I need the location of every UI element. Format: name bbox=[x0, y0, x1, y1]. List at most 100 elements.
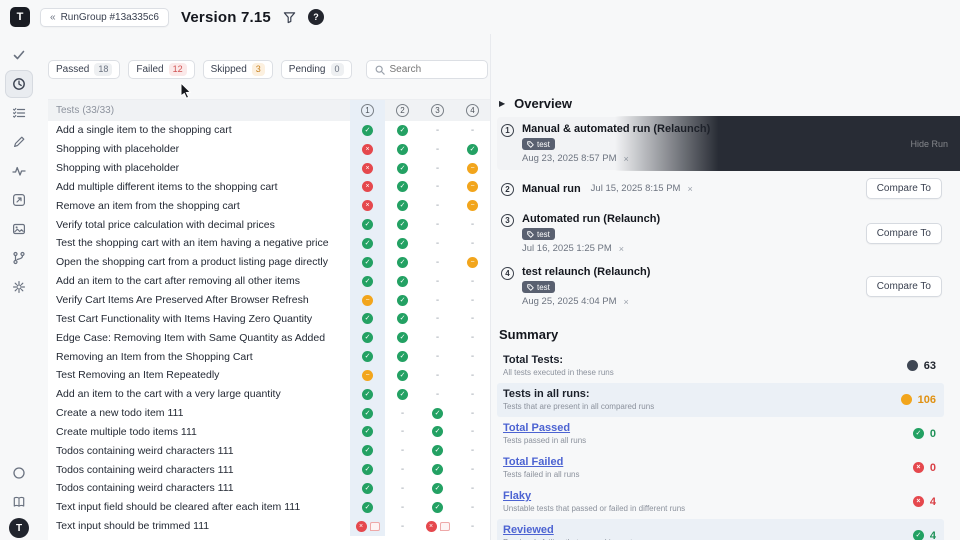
run-column-header-3[interactable]: 3 bbox=[431, 104, 444, 117]
status-cell: ✓ bbox=[385, 309, 420, 328]
status-none: - bbox=[436, 389, 439, 400]
run-item-2[interactable]: 2 Manual run Jul 15, 2025 8:15 PM × Comp… bbox=[497, 170, 944, 207]
sidebar-item-test-list[interactable] bbox=[6, 100, 32, 126]
comment-indicator-icon[interactable] bbox=[440, 522, 450, 531]
sidebar-item-artifacts[interactable] bbox=[6, 216, 32, 242]
sidebar-item-export[interactable] bbox=[6, 187, 32, 213]
sidebar-item-analytics[interactable] bbox=[6, 158, 32, 184]
filter-chip-failed[interactable]: Failed12 bbox=[128, 60, 194, 79]
tests-rows[interactable]: Add a single item to the shopping cart✓✓… bbox=[48, 121, 490, 540]
remove-run-icon[interactable]: × bbox=[619, 244, 624, 254]
test-row[interactable]: Text input field should be cleared after… bbox=[48, 498, 490, 517]
remove-run-icon[interactable]: × bbox=[624, 297, 629, 307]
summary-label[interactable]: Flaky bbox=[503, 490, 685, 502]
status-none: - bbox=[436, 313, 439, 324]
status-cell: ✓ bbox=[420, 498, 455, 517]
user-avatar[interactable]: T bbox=[9, 518, 29, 538]
summary-label[interactable]: Reviewed bbox=[503, 524, 650, 536]
summary-status-icon: ✓ bbox=[913, 530, 924, 540]
test-row[interactable]: Create multiple todo items 111✓-✓- bbox=[48, 423, 490, 442]
test-row[interactable]: Add multiple different items to the shop… bbox=[48, 178, 490, 197]
status-pass-icon: ✓ bbox=[397, 238, 408, 249]
run-column-headers: 1 2 3 4 bbox=[350, 100, 490, 121]
status-pass-icon: ✓ bbox=[362, 276, 373, 287]
status-pass-icon: ✓ bbox=[362, 257, 373, 268]
test-row[interactable]: Todos containing weird characters 111✓-✓… bbox=[48, 460, 490, 479]
run-item-4[interactable]: 4 test relaunch (Relaunch) test Aug 25, … bbox=[497, 260, 944, 313]
tag-icon bbox=[527, 231, 534, 238]
run-column-header-1[interactable]: 1 bbox=[361, 104, 374, 117]
sidebar-item-docs[interactable] bbox=[6, 489, 32, 515]
test-row[interactable]: Remove an item from the shopping cart×✓-… bbox=[48, 196, 490, 215]
test-row[interactable]: Add a single item to the shopping cart✓✓… bbox=[48, 121, 490, 140]
overview-header: ▶ Overview bbox=[497, 96, 944, 111]
test-row[interactable]: Open the shopping cart from a product li… bbox=[48, 253, 490, 272]
filter-chip-passed[interactable]: Passed18 bbox=[48, 60, 120, 79]
test-row[interactable]: Add an item to the cart with a very larg… bbox=[48, 385, 490, 404]
run-group-back-button[interactable]: « RunGroup #13a335c6 bbox=[40, 8, 169, 27]
test-row[interactable]: Verify total price calculation with deci… bbox=[48, 215, 490, 234]
compare-to-button[interactable]: Compare To bbox=[866, 223, 942, 244]
run-item-3[interactable]: 3 Automated run (Relaunch) test Jul 16, … bbox=[497, 207, 944, 260]
status-cell: ✓ bbox=[420, 404, 455, 423]
summary-row: FlakyUnstable tests that passed or faile… bbox=[497, 485, 944, 519]
sidebar-item-edit[interactable] bbox=[6, 129, 32, 155]
test-name: Add an item to the cart after removing a… bbox=[48, 272, 350, 291]
compare-to-button[interactable]: Compare To bbox=[866, 178, 942, 199]
summary-label[interactable]: Total Passed bbox=[503, 422, 586, 434]
run-date: Jul 16, 2025 1:25 PM bbox=[522, 243, 612, 254]
search-input[interactable] bbox=[390, 64, 479, 75]
summary-label[interactable]: Total Failed bbox=[503, 456, 579, 468]
sidebar-item-status[interactable] bbox=[6, 460, 32, 486]
test-row[interactable]: Verify Cart Items Are Preserved After Br… bbox=[48, 291, 490, 310]
status-cell: - bbox=[420, 121, 455, 140]
sidebar-item-branches[interactable] bbox=[6, 245, 32, 271]
filter-button[interactable] bbox=[281, 9, 298, 26]
status-pass-icon: ✓ bbox=[397, 219, 408, 230]
chip-count-badge: 0 bbox=[331, 63, 344, 76]
test-row[interactable]: Edge Case: Removing Item with Same Quant… bbox=[48, 328, 490, 347]
status-none: - bbox=[436, 200, 439, 211]
test-row[interactable]: Test the shopping cart with an item havi… bbox=[48, 234, 490, 253]
status-cell: - bbox=[420, 328, 455, 347]
test-row[interactable]: Add an item to the cart after removing a… bbox=[48, 272, 490, 291]
status-cell: ✓ bbox=[385, 328, 420, 347]
status-none: - bbox=[471, 408, 474, 419]
hide-run-overlay[interactable]: Hide Run bbox=[615, 116, 960, 171]
status-pass-icon: ✓ bbox=[397, 163, 408, 174]
sidebar-item-settings[interactable] bbox=[6, 274, 32, 300]
status-cell: ✓ bbox=[350, 441, 385, 460]
test-row[interactable]: Shopping with placeholder×✓-− bbox=[48, 159, 490, 178]
run-column-header-4[interactable]: 4 bbox=[466, 104, 479, 117]
sidebar-item-runs[interactable] bbox=[6, 71, 32, 97]
app-logo[interactable]: T bbox=[10, 7, 30, 27]
status-cell: ✓ bbox=[385, 385, 420, 404]
filter-chip-pending[interactable]: Pending0 bbox=[281, 60, 352, 79]
test-row[interactable]: Shopping with placeholder×✓-✓ bbox=[48, 140, 490, 159]
status-cell: × bbox=[350, 196, 385, 215]
hide-run-label: Hide Run bbox=[910, 139, 948, 149]
test-name: Test Cart Functionality with Items Havin… bbox=[48, 309, 350, 328]
test-row[interactable]: Create a new todo item 111✓-✓- bbox=[48, 404, 490, 423]
filter-chip-skipped[interactable]: Skipped3 bbox=[203, 60, 273, 79]
remove-run-icon[interactable]: × bbox=[687, 184, 692, 194]
status-cell: ✓ bbox=[385, 140, 420, 159]
test-row[interactable]: Todos containing weird characters 111✓-✓… bbox=[48, 441, 490, 460]
sidebar-item-checks[interactable] bbox=[6, 42, 32, 68]
status-pass-icon: ✓ bbox=[432, 464, 443, 475]
run-column-header-2[interactable]: 2 bbox=[396, 104, 409, 117]
compare-to-button[interactable]: Compare To bbox=[866, 276, 942, 297]
test-row[interactable]: Test Cart Functionality with Items Havin… bbox=[48, 309, 490, 328]
test-row[interactable]: Test Removing an Item Repeatedly−✓-- bbox=[48, 366, 490, 385]
test-row[interactable]: Removing an Item from the Shopping Cart✓… bbox=[48, 347, 490, 366]
help-button[interactable]: ? bbox=[308, 9, 324, 25]
status-pass-icon: ✓ bbox=[397, 144, 408, 155]
comment-indicator-icon[interactable] bbox=[370, 522, 380, 531]
status-none: - bbox=[471, 464, 474, 475]
collapse-panel-icon[interactable]: ▶ bbox=[499, 99, 505, 108]
status-pass-icon: ✓ bbox=[397, 295, 408, 306]
test-row[interactable]: Text input should be trimmed 111×-×- bbox=[48, 517, 490, 536]
summary-desc: Tests failed in all runs bbox=[503, 470, 579, 479]
test-row[interactable]: Todos containing weird characters 111✓-✓… bbox=[48, 479, 490, 498]
run-item-1[interactable]: 1 Manual & automated run (Relaunch) test… bbox=[497, 117, 944, 170]
